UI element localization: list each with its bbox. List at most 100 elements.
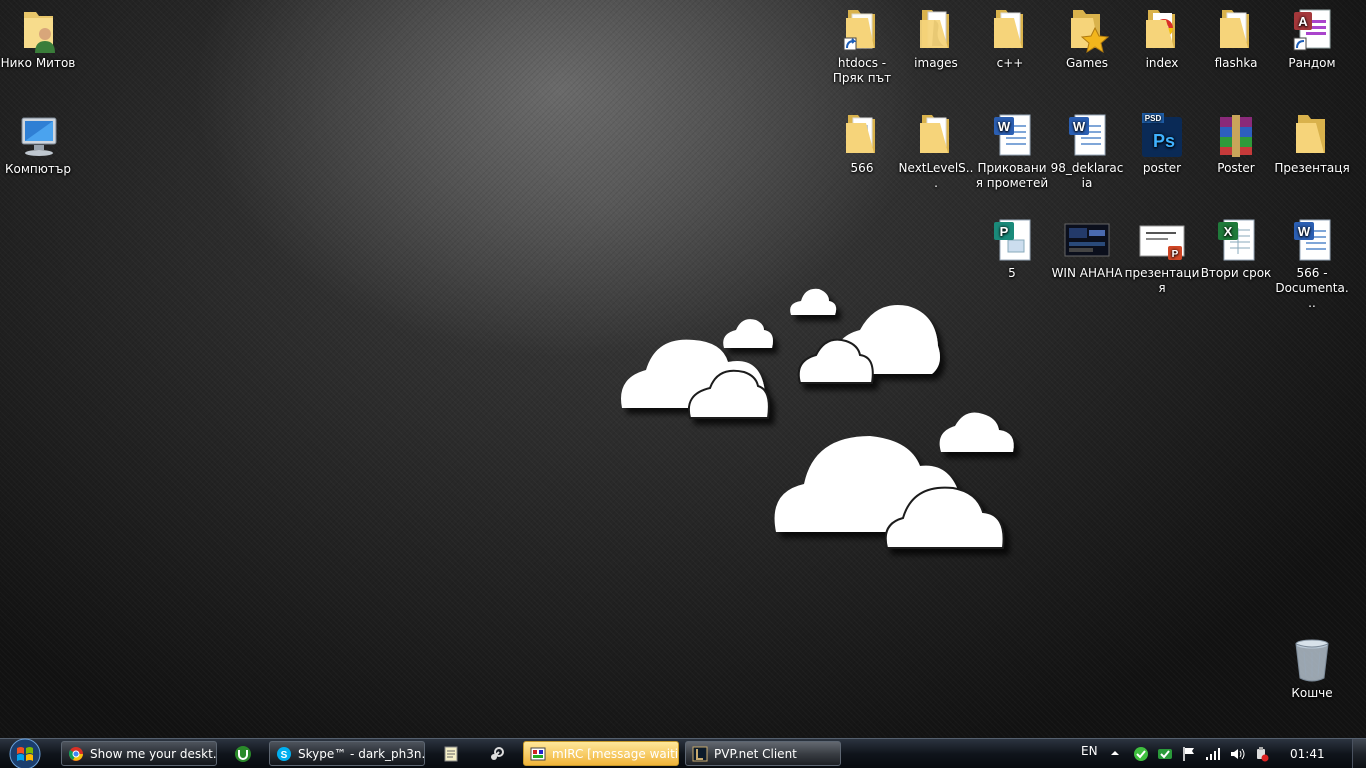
desktop-icon-computer[interactable]: Компютър <box>0 112 76 177</box>
svg-text:W: W <box>1298 224 1311 239</box>
svg-text:A: A <box>1298 14 1308 29</box>
sync-tray-icon[interactable] <box>1156 745 1174 763</box>
publisher-file-icon: P <box>988 216 1036 264</box>
desktop-icon-label: htdocs - Пряк път <box>832 56 892 85</box>
skype-icon: S <box>276 746 292 762</box>
action-center-flag-icon[interactable] <box>1180 745 1198 763</box>
word-document-icon: W <box>988 111 1036 159</box>
desktop-icon-label: Втори срок <box>1200 266 1272 280</box>
desktop-icon-win-ahaha[interactable]: WIN AHAHA <box>1049 216 1125 281</box>
desktop-icon-nextlevel[interactable]: NextLevelS... <box>898 111 974 191</box>
word-document-icon: W <box>1288 216 1336 264</box>
taskbar-button-chrome[interactable]: Show me your deskt... <box>61 741 217 766</box>
desktop-icon-index[interactable]: index <box>1124 6 1200 71</box>
desktop-icon-htdocs-shortcut[interactable]: htdocs - Пряк път <box>824 6 900 86</box>
start-button[interactable] <box>4 737 46 768</box>
safely-remove-hardware-icon[interactable] <box>1252 745 1270 763</box>
desktop-icon-label: Кошче <box>1291 686 1333 700</box>
svg-text:W: W <box>1073 119 1086 134</box>
desktop-icon-images[interactable]: images <box>898 6 974 71</box>
computer-icon <box>14 112 62 160</box>
language-indicator[interactable]: EN <box>1081 744 1098 758</box>
user-folder-icon <box>14 6 62 54</box>
desktop-icon-label: Прикования прометей <box>975 161 1049 190</box>
desktop-icon-flashka[interactable]: flashka <box>1198 6 1274 71</box>
steam-icon[interactable] <box>488 745 506 763</box>
desktop-icon-cpp[interactable]: c++ <box>972 6 1048 71</box>
desktop-icon-label: 566 - Documenta... <box>1275 266 1349 310</box>
desktop-icon-label: images <box>914 56 958 70</box>
desktop-icon-label: Презентаця <box>1274 161 1350 175</box>
word-document-icon: W <box>1063 111 1111 159</box>
network-signal-icon[interactable] <box>1204 745 1222 763</box>
svg-text:X: X <box>1224 224 1233 239</box>
desktop-icon-label: презентация <box>1124 266 1200 295</box>
svg-text:PSD: PSD <box>1145 114 1162 123</box>
svg-text:P: P <box>1172 249 1179 260</box>
folder-chrome-icon <box>1138 6 1186 54</box>
desktop-icon-presentation-ppt[interactable]: P презентация <box>1124 216 1200 296</box>
utorrent-icon[interactable] <box>234 745 252 763</box>
folder-icon <box>1288 111 1336 159</box>
taskbar-button-label: PVP.net Client <box>714 747 797 761</box>
desktop-icon-label: Компютър <box>5 162 71 176</box>
taskbar-button-label: mIRC [message waiti... <box>552 747 679 761</box>
folder-icon <box>838 111 886 159</box>
volume-icon[interactable] <box>1228 745 1246 763</box>
desktop-icon-label: flashka <box>1214 56 1258 70</box>
desktop-icon-presentation-folder[interactable]: Презентаця <box>1274 111 1350 176</box>
svg-text:P: P <box>1000 224 1009 239</box>
desktop-icon-label: WIN AHAHA <box>1051 266 1123 280</box>
desktop-icon-second-term[interactable]: X Втори срок <box>1198 216 1274 281</box>
system-clock[interactable]: 01:41 <box>1290 747 1325 761</box>
desktop-icon-566-documentation[interactable]: W 566 - Documenta... <box>1274 216 1350 311</box>
folder-images-icon <box>912 6 960 54</box>
lol-icon <box>692 746 708 762</box>
winrar-archive-icon <box>1212 111 1260 159</box>
taskbar-button-pvpnet[interactable]: PVP.net Client <box>685 741 841 766</box>
excel-file-icon: X <box>1212 216 1260 264</box>
desktop-icon-label: Games <box>1066 56 1108 70</box>
folder-icon <box>986 6 1034 54</box>
desktop-icon-poster-rar[interactable]: Poster <box>1198 111 1274 176</box>
image-thumbnail-icon <box>1063 216 1111 264</box>
desktop-icon-label: Poster <box>1217 161 1255 175</box>
access-shortcut-icon: A <box>1288 6 1336 54</box>
desktop-icon-label: Нико Митов <box>0 56 76 70</box>
recycle-bin-icon <box>1288 636 1336 684</box>
show-desktop-button[interactable] <box>1352 739 1366 768</box>
desktop-icon-games[interactable]: Games <box>1049 6 1125 71</box>
desktop-icon-566[interactable]: 566 <box>824 111 900 176</box>
taskbar-button-mirc[interactable]: mIRC [message waiti... <box>523 741 679 766</box>
desktop-icon-poster-psd[interactable]: PSD Ps poster <box>1124 111 1200 176</box>
show-hidden-icons-arrow-icon[interactable] <box>1109 747 1121 759</box>
desktop-icon-declaration[interactable]: W 98_deklaracia <box>1049 111 1125 191</box>
desktop-icon-label: 98_deklaracia <box>1050 161 1124 190</box>
svg-text:Ps: Ps <box>1153 131 1175 151</box>
desktop-icon-prometheus-doc[interactable]: W Прикования прометей <box>974 111 1050 191</box>
desktop-icon-label: c++ <box>996 56 1024 70</box>
folder-games-icon <box>1063 6 1111 54</box>
desktop-icon-label: Рандом <box>1288 56 1336 70</box>
taskbar-button-skype[interactable]: S Skype™ - dark_ph3n... <box>269 741 425 766</box>
desktop-icon-label: 566 <box>850 161 874 175</box>
mirc-icon <box>530 746 546 762</box>
desktop-icon-label: 5 <box>1008 266 1016 280</box>
folder-shortcut-icon <box>838 6 886 54</box>
svg-text:S: S <box>281 750 288 761</box>
photoshop-file-icon: PSD Ps <box>1138 111 1186 159</box>
desktop-icon-label: poster <box>1142 161 1182 175</box>
desktop-icon-recycle-bin[interactable]: Кошче <box>1274 636 1350 701</box>
taskbar: Show me your deskt... S Skype™ - dark_ph… <box>0 738 1366 768</box>
svg-text:W: W <box>998 119 1011 134</box>
folder-icon <box>1212 6 1260 54</box>
notepad-icon[interactable] <box>442 745 460 763</box>
desktop-icon-random[interactable]: A Рандом <box>1274 6 1350 71</box>
taskbar-button-label: Skype™ - dark_ph3n... <box>298 747 425 761</box>
taskbar-button-label: Show me your deskt... <box>90 747 217 761</box>
folder-icon <box>912 111 960 159</box>
desktop-icon-label: index <box>1145 56 1179 70</box>
desktop-icon-publisher-5[interactable]: P 5 <box>974 216 1050 281</box>
desktop-icon-user-folder[interactable]: Нико Митов <box>0 6 76 71</box>
antivirus-shield-icon[interactable] <box>1132 745 1150 763</box>
